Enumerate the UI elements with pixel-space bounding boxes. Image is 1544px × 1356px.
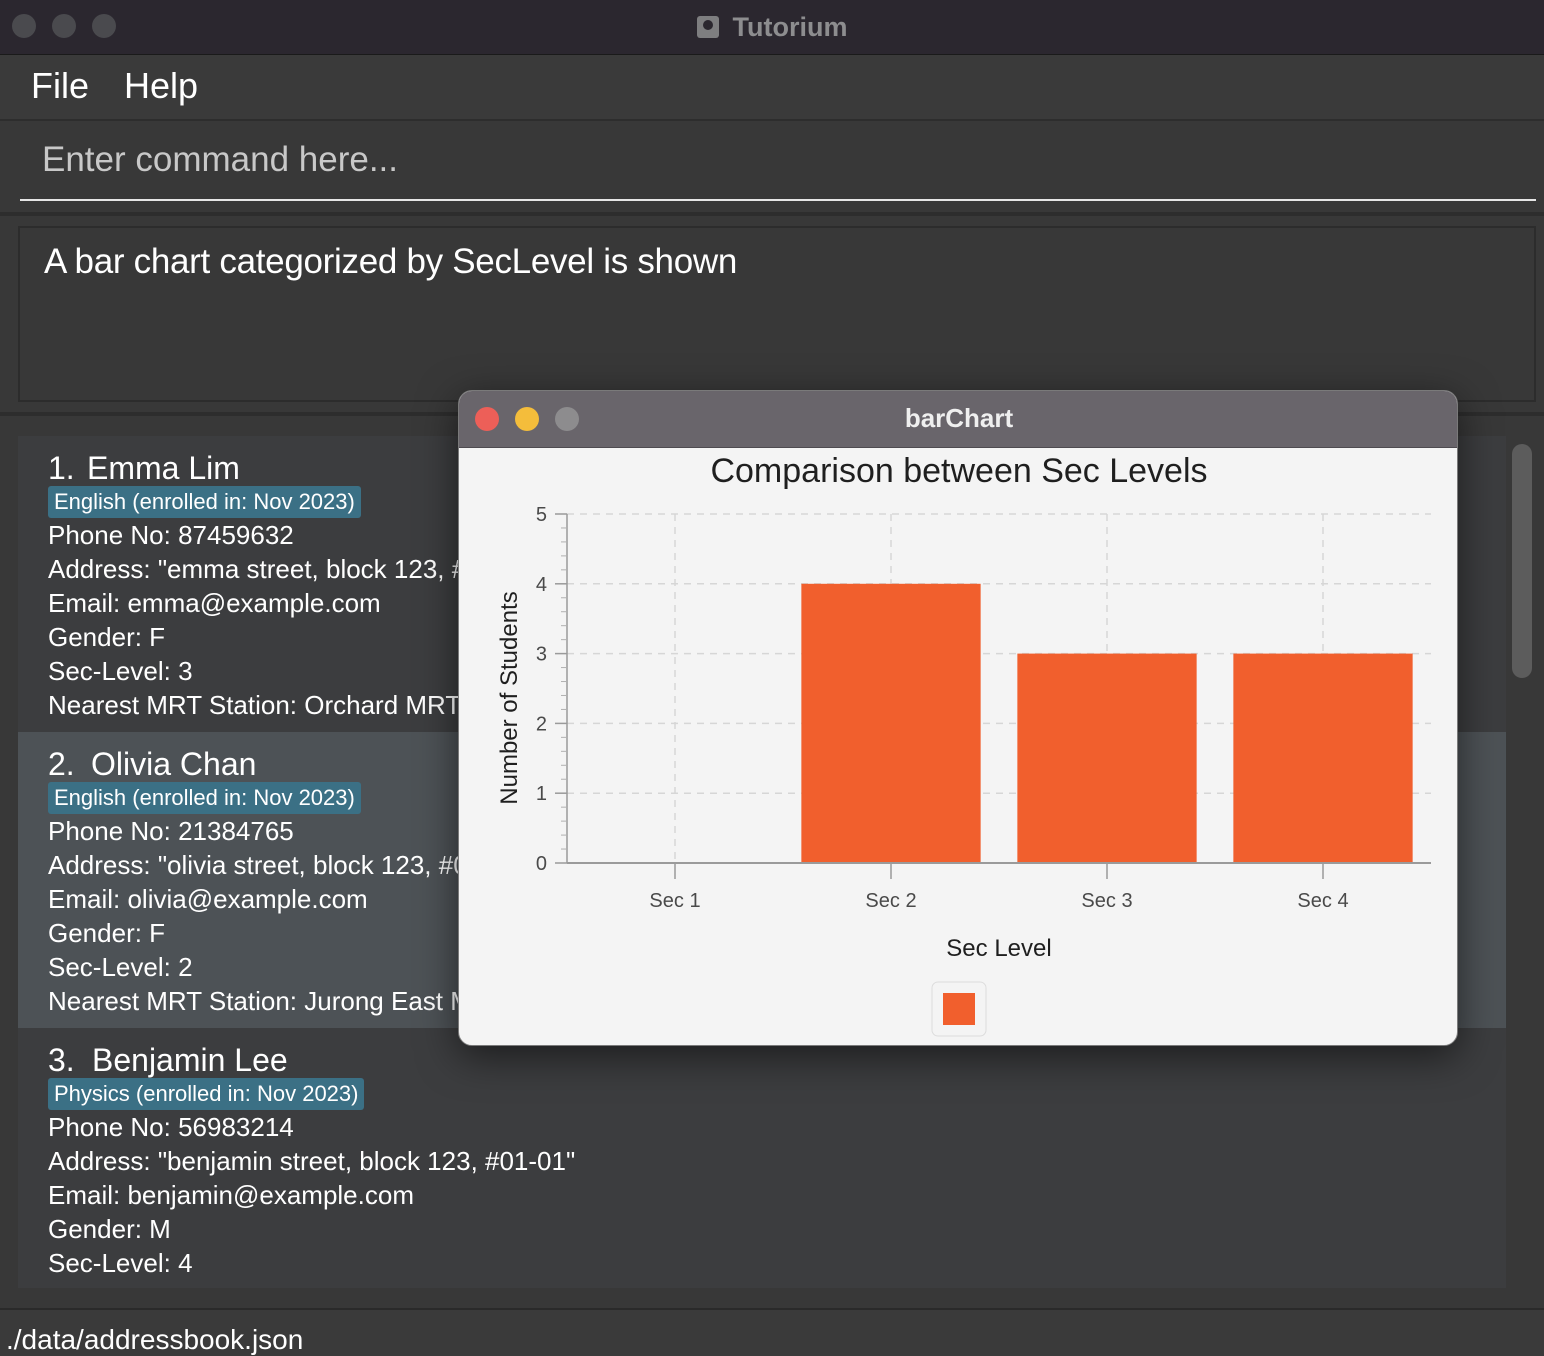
menu-help[interactable]: Help [124, 65, 198, 107]
person-name: Emma Lim [87, 450, 240, 486]
chart-title: Comparison between Sec Levels [710, 452, 1207, 490]
x-tick-label: Sec 4 [1297, 890, 1348, 912]
bar-sec-3 [1017, 653, 1197, 863]
result-message: A bar chart categorized by SecLevel is s… [44, 242, 738, 281]
person-address: Address: "olivia street, block 123, #01 [48, 850, 483, 880]
command-input[interactable] [20, 121, 1536, 201]
popup-title: barChart [904, 403, 1014, 433]
y-tick-label: 0 [536, 853, 547, 875]
x-axis-label: Sec Level [946, 935, 1051, 962]
menu-file[interactable]: File [31, 65, 89, 107]
app-window: Tutorium File Help A bar chart categoriz… [0, 0, 1544, 1356]
person-card[interactable]: 3. Benjamin Lee Physics (enrolled in: No… [18, 1028, 1506, 1288]
legend-swatch [943, 993, 975, 1025]
person-gender: Gender: F [48, 918, 166, 948]
y-tick-label: 2 [536, 713, 547, 735]
result-display: A bar chart categorized by SecLevel is s… [18, 226, 1536, 402]
popup-title-bar: barChart [459, 391, 1457, 448]
y-tick-label: 3 [536, 644, 547, 666]
person-phone: Phone No: 87459632 [48, 520, 294, 550]
person-sec-level: Sec-Level: 3 [48, 656, 193, 686]
person-phone: Phone No: 21384765 [48, 816, 294, 846]
person-mrt: Nearest MRT Station: Orchard MRT [48, 690, 462, 720]
app-icon [696, 16, 719, 38]
person-mrt: Nearest MRT Station: Jurong East MR [48, 986, 491, 1016]
person-address: Address: "emma street, block 123, #0 [48, 554, 481, 584]
person-address: Address: "benjamin street, block 123, #0… [48, 1146, 576, 1176]
command-box [0, 121, 1544, 213]
title-bar: Tutorium [0, 0, 1544, 55]
bar-chart-window: barChart Comparison between Sec Levels 0… [458, 390, 1458, 1046]
divider [0, 212, 1544, 216]
bar-sec-4 [1233, 653, 1413, 863]
subject-tag: English (enrolled in: Nov 2023) [48, 782, 361, 814]
subject-tag: Physics (enrolled in: Nov 2023) [48, 1078, 365, 1110]
person-index: 2. [48, 746, 75, 782]
x-tick-label: Sec 2 [865, 890, 916, 912]
chart-bars [801, 583, 1413, 863]
y-tick-label: 5 [536, 504, 547, 526]
person-index: 3. [48, 1042, 75, 1078]
y-tick-label: 1 [536, 783, 547, 805]
person-sec-level: Sec-Level: 4 [48, 1248, 193, 1278]
subject-tag: English (enrolled in: Nov 2023) [48, 486, 361, 518]
person-email: Email: benjamin@example.com [48, 1180, 414, 1210]
person-gender: Gender: M [48, 1214, 171, 1244]
bar-sec-2 [801, 583, 981, 863]
y-axis-label: Number of Students [496, 591, 523, 804]
person-email: Email: olivia@example.com [48, 884, 368, 914]
y-axis: 0 1 2 3 4 5 [536, 504, 568, 875]
bar-chart: Comparison between Sec Levels 0 1 2 3 4 5 Sec… [496, 452, 1431, 1037]
x-tick-label: Sec 3 [1081, 890, 1132, 912]
x-axis: Sec 1 Sec 2 Sec 3 Sec 4 [567, 862, 1431, 912]
person-email: Email: emma@example.com [48, 588, 381, 618]
person-index: 1. [48, 450, 75, 486]
person-name: Benjamin Lee [92, 1042, 288, 1078]
menu-bar: File Help [0, 55, 1544, 121]
window-title: Tutorium [0, 0, 1544, 54]
person-gender: Gender: F [48, 622, 166, 652]
y-tick-label: 4 [536, 574, 547, 596]
window-title-text: Tutorium [732, 11, 848, 42]
person-sec-level: Sec-Level: 2 [48, 952, 193, 982]
data-file-path: ./data/addressbook.json [6, 1324, 304, 1355]
scrollbar-thumb[interactable] [1512, 444, 1532, 678]
status-bar: ./data/addressbook.json [0, 1308, 1544, 1356]
person-name: Olivia Chan [91, 746, 257, 782]
x-tick-label: Sec 1 [649, 890, 700, 912]
person-phone: Phone No: 56983214 [48, 1112, 294, 1142]
